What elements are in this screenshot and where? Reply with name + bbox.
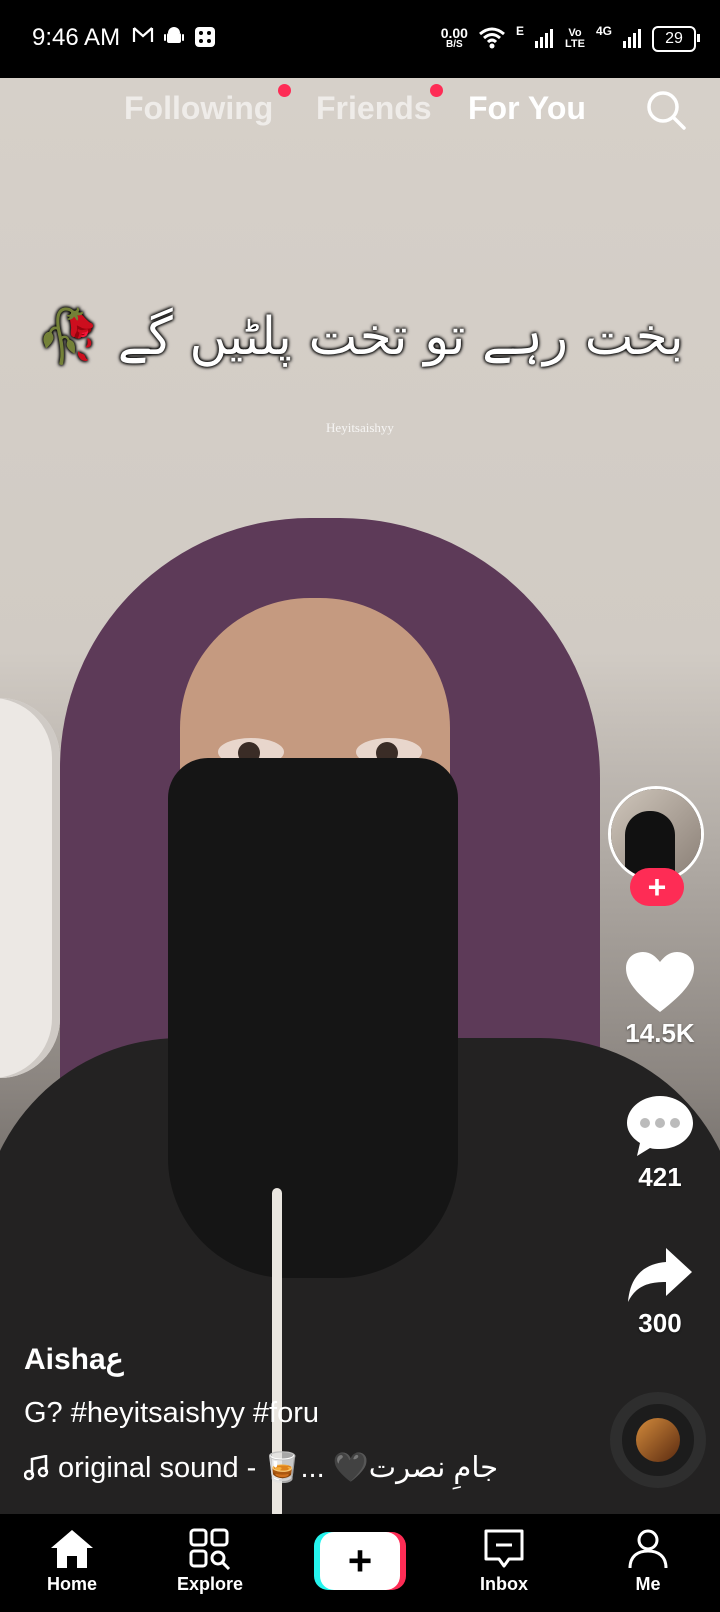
video-description[interactable]: G? #heyitsaishyy #foru xyxy=(24,1397,319,1430)
nav-home[interactable]: Home xyxy=(22,1528,122,1595)
tab-for-you[interactable]: For You xyxy=(468,90,586,127)
wifi-icon xyxy=(478,27,506,52)
search-icon[interactable] xyxy=(644,88,688,132)
video-caption: بخت رہے تو تخت پلٹیں گے 🥀 xyxy=(36,307,684,367)
video-subject-niqab xyxy=(168,758,458,1278)
following-notification-dot xyxy=(278,84,291,97)
status-bar: 9:46 AM 0.00 B/S E Vo LTE 4G 29 xyxy=(0,0,720,78)
battery-indicator: 29 xyxy=(652,26,700,52)
like-count: 14.5K xyxy=(625,1018,695,1048)
signal-bars-icon xyxy=(622,27,642,52)
music-disc[interactable] xyxy=(610,1392,706,1488)
signal-e: E xyxy=(515,24,524,38)
nav-me-label: Me xyxy=(635,1574,661,1594)
follow-button[interactable]: + xyxy=(630,868,684,906)
tab-following[interactable]: Following xyxy=(124,90,273,127)
ring-light xyxy=(0,698,60,1078)
music-note-icon xyxy=(24,1454,49,1480)
signal-4g: 4G xyxy=(595,24,612,38)
nav-inbox-label: Inbox xyxy=(480,1574,528,1594)
net-speed: 0.00 B/S xyxy=(440,25,468,50)
heart-icon xyxy=(626,952,694,1012)
comment-button[interactable]: 421 xyxy=(612,1094,708,1193)
signal-bars-icon xyxy=(534,27,554,52)
comment-icon xyxy=(627,1096,693,1156)
bottom-nav: Home Explore + Inbox Me xyxy=(0,1514,720,1612)
nav-home-label: Home xyxy=(46,1574,97,1594)
friends-notification-dot xyxy=(430,84,443,97)
android-icon xyxy=(164,26,184,52)
create-plus-icon: + xyxy=(320,1532,400,1590)
sound-title: original sound - 🥃... 🖤جامِ نصرت xyxy=(58,1452,499,1484)
creator-username[interactable]: Aishaع xyxy=(24,1342,124,1377)
comment-count: 421 xyxy=(638,1162,682,1192)
like-button[interactable]: 14.5K xyxy=(612,950,708,1049)
home-icon xyxy=(51,1530,93,1568)
feed-tabs: Following Friends For You xyxy=(0,84,720,130)
profile-icon xyxy=(628,1529,668,1569)
share-icon xyxy=(628,1248,692,1302)
video-watermark: Heyitsaishyy xyxy=(326,420,394,435)
nav-inbox[interactable]: Inbox xyxy=(454,1528,554,1595)
nav-me[interactable]: Me xyxy=(598,1528,698,1595)
status-time: 9:46 AM xyxy=(32,24,121,51)
create-button[interactable]: + xyxy=(314,1532,406,1590)
volte-label: Vo LTE xyxy=(565,27,585,50)
share-button[interactable]: 300 xyxy=(612,1246,708,1339)
gmail-icon xyxy=(132,26,154,50)
sound-cover xyxy=(636,1418,680,1462)
gallery-icon xyxy=(194,26,216,54)
explore-icon xyxy=(189,1528,231,1570)
nav-explore-label: Explore xyxy=(176,1574,244,1594)
tab-friends[interactable]: Friends xyxy=(316,90,432,127)
sound-link[interactable]: original sound - 🥃... 🖤جامِ نصرت xyxy=(24,1450,498,1485)
nav-explore[interactable]: Explore xyxy=(160,1528,260,1595)
battery-level: 29 xyxy=(665,30,683,47)
inbox-icon xyxy=(484,1529,524,1568)
plus-icon: + xyxy=(647,868,667,905)
share-count: 300 xyxy=(638,1308,682,1338)
